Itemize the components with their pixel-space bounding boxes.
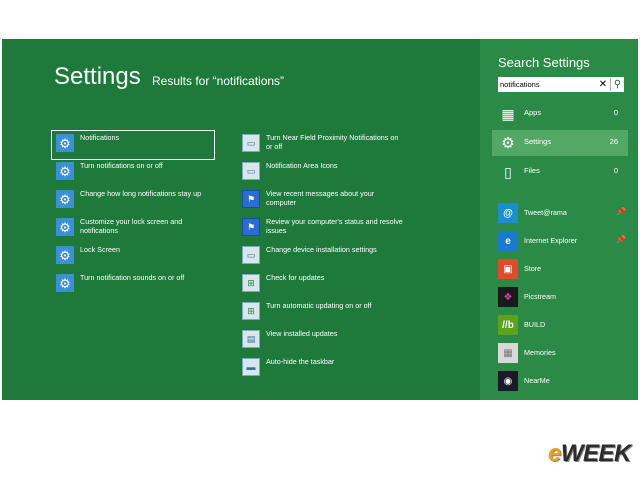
result-item[interactable]: ⚙ Change how long notifications stay up [52, 187, 222, 215]
result-item[interactable]: ⚙ Notifications [51, 130, 215, 160]
result-item-label: Lock Screen [80, 245, 120, 254]
programs-icon: ▤ [242, 330, 260, 348]
results-label: Results for “notifications” [152, 74, 285, 88]
search-pane: Search Settings ✕ ⚲ ▦ Apps 0 ⚙ Settings 26 ▯ Fi… [480, 39, 638, 400]
clear-icon[interactable]: ✕ [597, 78, 609, 91]
build-icon: //b [498, 315, 518, 335]
result-item-label: View recent messages about your computer [266, 189, 375, 207]
category-label: Apps [524, 108, 542, 117]
result-item-label: Notifications [80, 133, 120, 142]
app-label: Internet Explorer [524, 236, 578, 245]
gear-icon: ⚙ [501, 135, 515, 152]
result-item-label: View installed updates [266, 329, 338, 338]
app-nearme[interactable]: ◉ NearMe [498, 369, 628, 393]
gear-icon: ⚙ [56, 274, 74, 292]
control-panel-icon: ▭ [242, 246, 260, 264]
windows-update-icon: ⊞ [242, 274, 260, 292]
pin-icon[interactable]: 📌 [616, 235, 626, 244]
gear-icon: ⚙ [56, 246, 74, 264]
app-label: Memories [524, 348, 556, 357]
file-icon: ▯ [504, 163, 512, 180]
result-item-label: Auto-hide the taskbar [266, 357, 335, 366]
category-count: 0 [613, 166, 618, 175]
internet-explorer-icon: e [498, 231, 518, 251]
result-item[interactable]: ▬ Auto-hide the taskbar [238, 355, 408, 383]
result-item[interactable]: ⊞ Turn automatic updating on or off [238, 299, 408, 327]
tweet-at-rama-icon: @ [498, 203, 518, 223]
result-item-label: Change device installation settings [266, 245, 377, 254]
category-settings[interactable]: ⚙ Settings 26 [492, 130, 628, 156]
result-item-label: Review your computer's status and resolv… [266, 217, 403, 235]
result-item[interactable]: ▭ Turn Near Field Proximity Notifications… [238, 131, 408, 159]
app-label: BUILD [524, 320, 546, 329]
result-item[interactable]: ⚙ Turn notifications on or off [52, 159, 222, 187]
search-pane-title: Search Settings [498, 55, 590, 70]
result-item-label: Notification Area Icons [266, 161, 338, 170]
gear-icon: ⚙ [56, 218, 74, 236]
pin-icon[interactable]: 📌 [616, 207, 626, 216]
result-item-label: Check for updates [266, 273, 325, 282]
app-store[interactable]: ▣ Store [498, 257, 628, 281]
store-icon: ▣ [498, 259, 518, 279]
category-count: 0 [613, 108, 618, 117]
memories-icon: ▦ [498, 343, 518, 363]
result-item[interactable]: ⚑ View recent messages about your compute… [238, 187, 408, 215]
result-item[interactable]: ⚙ Turn notification sounds on or off [52, 271, 222, 299]
windows-8-start-screen: Settings Results for “notifications” ⚙ No… [2, 39, 638, 400]
result-item[interactable]: ⚙ Lock Screen [52, 243, 222, 271]
app-picstream[interactable]: ❖ Picstream [498, 285, 628, 309]
apps-icon: ▦ [501, 105, 515, 122]
eweek-logo: eWEEK [548, 440, 631, 467]
flag-icon: ⚑ [242, 190, 260, 208]
search-box: ✕ ⚲ [498, 77, 624, 92]
category-label: Files [524, 166, 540, 175]
flag-icon: ⚑ [242, 218, 260, 236]
gear-icon: ⚙ [56, 134, 74, 152]
search-icon[interactable]: ⚲ [610, 78, 624, 91]
app-internet-explorer[interactable]: e Internet Explorer 📌 [498, 229, 628, 253]
app-memories[interactable]: ▦ Memories [498, 341, 628, 365]
result-item-label: Customize your lock screen and notificat… [80, 217, 183, 235]
app-tweet-rama[interactable]: @ Tweet@rama 📌 [498, 201, 628, 225]
result-item-label: Turn automatic updating on or off [266, 301, 372, 310]
windows-update-icon: ⊞ [242, 302, 260, 320]
app-label: NearMe [524, 376, 550, 385]
category-count: 26 [609, 137, 618, 146]
nearme-icon: ◉ [498, 371, 518, 391]
result-item-label: Turn notification sounds on or off [80, 273, 185, 282]
category-label: Settings [524, 137, 552, 146]
result-item-label: Turn Near Field Proximity Notifications … [266, 133, 399, 151]
gear-icon: ⚙ [56, 190, 74, 208]
picstream-icon: ❖ [498, 287, 518, 307]
result-item[interactable]: ▤ View installed updates [238, 327, 408, 355]
category-files[interactable]: ▯ Files 0 [492, 159, 628, 185]
taskbar-icon: ▬ [242, 358, 260, 376]
control-panel-icon: ▭ [242, 162, 260, 180]
app-build[interactable]: //b BUILD [498, 313, 628, 337]
control-panel-icon: ▭ [242, 134, 260, 152]
result-item[interactable]: ⚙ Customize your lock screen and notifica… [52, 215, 222, 243]
gear-icon: ⚙ [56, 162, 74, 180]
search-input[interactable] [500, 77, 592, 92]
result-item-label: Change how long notifications stay up [80, 189, 202, 198]
result-item[interactable]: ▭ Change device installation settings [238, 243, 408, 271]
category-apps[interactable]: ▦ Apps 0 [492, 101, 628, 127]
app-label: Store [524, 264, 542, 273]
app-label: Picstream [524, 292, 556, 301]
result-item[interactable]: ▭ Notification Area Icons [238, 159, 408, 187]
result-item-label: Turn notifications on or off [80, 161, 163, 170]
result-item[interactable]: ⚑ Review your computer's status and resol… [238, 215, 408, 243]
app-label: Tweet@rama [524, 208, 567, 217]
result-item[interactable]: ⊞ Check for updates [238, 271, 408, 299]
page-title: Settings [54, 63, 141, 90]
